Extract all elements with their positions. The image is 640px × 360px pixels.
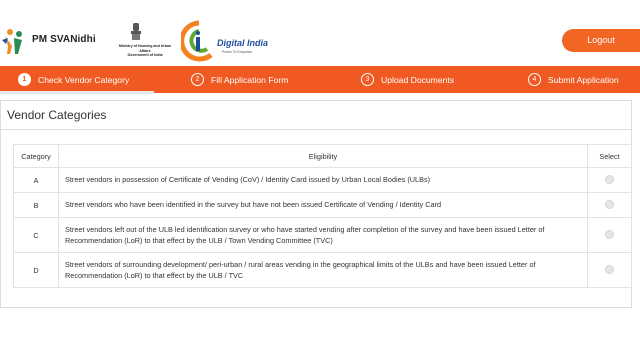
select-cell: [587, 167, 632, 193]
ministry-caption: Ministry of Housing and Urban Affairs Go…: [114, 44, 176, 58]
category-cell: C: [13, 217, 59, 253]
step-number: 4: [528, 73, 541, 86]
step-submit-application[interactable]: 4 Submit Application: [528, 66, 619, 93]
category-cell: A: [13, 167, 59, 193]
eligibility-cell: Street vendors who have been identified …: [58, 192, 588, 218]
step-number: 1: [18, 73, 31, 86]
brand-name: PM SVANidhi: [32, 34, 96, 45]
eligibility-cell: Street vendors in possession of Certific…: [58, 167, 588, 193]
select-cell: [587, 252, 632, 288]
pm-svanidhi-logo-icon: [2, 29, 22, 54]
category-cell: D: [13, 252, 59, 288]
vendor-category-table: Category Eligibility Select A Street ven…: [13, 144, 632, 288]
step-upload-documents[interactable]: 3 Upload Documents: [361, 66, 454, 93]
column-header-select: Select: [587, 144, 632, 168]
step-label: Check Vendor Category: [38, 74, 130, 85]
progress-stepper: 1 Check Vendor Category 2 Fill Applicati…: [0, 66, 640, 93]
digital-india-title: Digital India: [217, 38, 269, 48]
panel-title: Vendor Categories: [7, 108, 107, 122]
category-a-radio[interactable]: [605, 174, 614, 184]
eligibility-cell: Street vendors of surrounding developmen…: [58, 252, 588, 288]
ministry-line2: Government of India: [127, 53, 163, 58]
select-cell: [587, 217, 632, 253]
step-number: 2: [191, 73, 204, 86]
step-label: Fill Application Form: [211, 74, 289, 85]
select-cell: [587, 192, 632, 218]
digital-india-logo-icon: [181, 20, 213, 62]
divider: [1, 129, 631, 130]
logout-button[interactable]: Logout: [562, 29, 640, 52]
step-fill-application-form[interactable]: 2 Fill Application Form: [191, 66, 288, 93]
table-row[interactable]: B Street vendors who have been identifie…: [13, 192, 632, 218]
table-header-row: Category Eligibility Select: [13, 144, 632, 168]
digital-india-tagline: Power To Empower: [222, 50, 253, 54]
table-row[interactable]: C Street vendors left out of the ULB led…: [13, 217, 632, 253]
eligibility-cell: Street vendors left out of the ULB led i…: [58, 217, 588, 253]
table-row[interactable]: D Street vendors of surrounding developm…: [13, 252, 632, 288]
header: PM SVANidhi Ministry of Housing and Urba…: [0, 0, 640, 66]
step-check-vendor-category[interactable]: 1 Check Vendor Category: [18, 66, 129, 93]
category-d-radio[interactable]: [605, 264, 614, 274]
category-b-radio[interactable]: [605, 199, 614, 209]
active-step-indicator: [0, 91, 154, 94]
step-label: Upload Documents: [381, 74, 455, 85]
national-emblem-icon: [131, 23, 141, 40]
column-header-category: Category: [13, 144, 59, 168]
category-c-radio[interactable]: [605, 229, 614, 239]
step-number: 3: [361, 73, 374, 86]
column-header-eligibility: Eligibility: [58, 144, 588, 168]
table-row[interactable]: A Street vendors in possession of Certif…: [13, 167, 632, 193]
ministry-line1: Ministry of Housing and Urban Affairs: [118, 44, 172, 53]
step-label: Submit Application: [548, 74, 619, 85]
category-cell: B: [13, 192, 59, 218]
